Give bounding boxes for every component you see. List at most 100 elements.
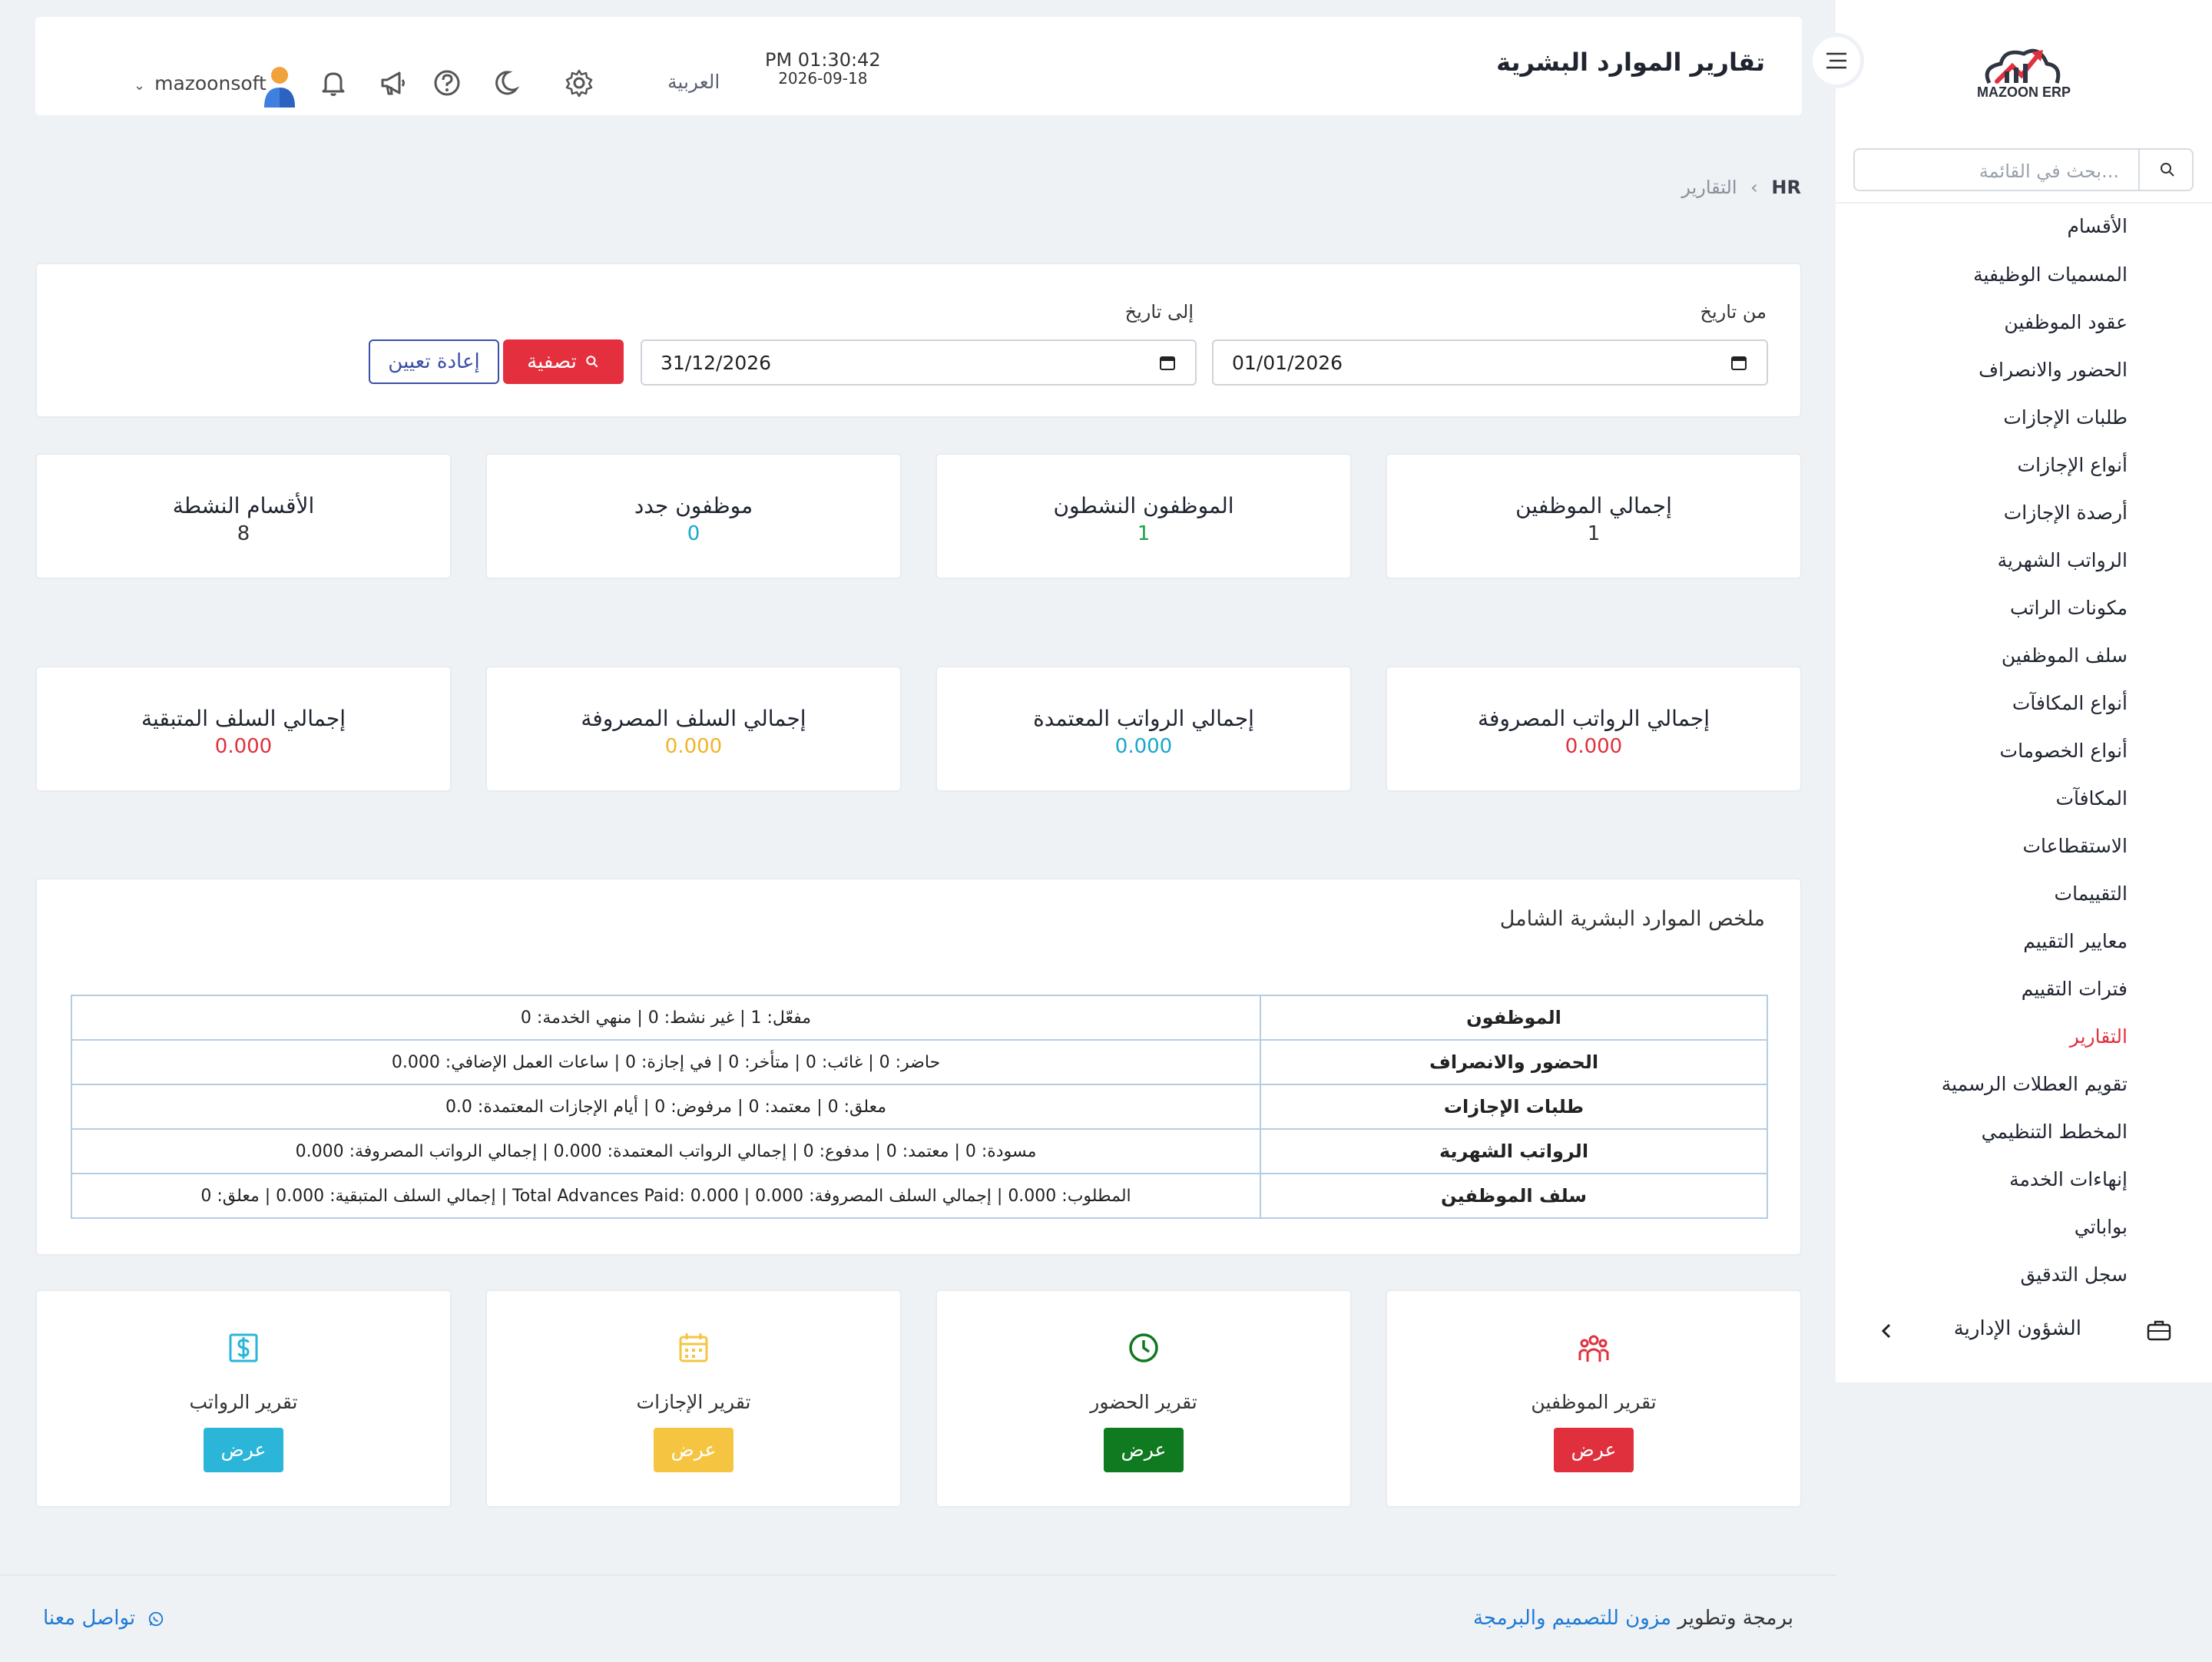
summary-row: المطلوب: 0.000 | إجمالي السلف المصروفة: … — [71, 1173, 1768, 1219]
search-icon — [586, 356, 598, 368]
briefcase-icon — [2147, 1320, 2171, 1341]
from-date-label: من تاريخ — [1700, 301, 1767, 323]
breadcrumb-current[interactable]: التقارير — [1681, 177, 1737, 198]
sidebar-item[interactable]: فترات التقييم — [2022, 978, 2128, 1000]
summary-value: معلق: 0 | معتمد: 0 | مرفوض: 0 | أيام الإ… — [71, 1084, 1261, 1130]
sidebar-item[interactable]: أرصدة الإجازات — [2004, 502, 2128, 524]
sidebar-item[interactable]: سجل التدقيق — [2020, 1263, 2128, 1286]
username[interactable]: mazoonsoft — [154, 72, 267, 94]
stat-value: 0 — [687, 522, 700, 545]
stat-value: 0.000 — [1114, 735, 1173, 758]
summary-title: ملخص الموارد البشرية الشامل — [1499, 907, 1765, 931]
megaphone-icon[interactable] — [378, 68, 409, 98]
report-card: تقرير الموظفين عرض — [1386, 1290, 1802, 1508]
filter-button-label[interactable]: تصفية — [527, 350, 577, 373]
sidebar-search-button[interactable] — [2138, 150, 2192, 190]
sidebar-item[interactable]: سلف الموظفين — [2002, 644, 2128, 667]
dollar-icon — [229, 1333, 258, 1362]
reset-button[interactable]: إعادة تعيين — [369, 339, 499, 384]
sidebar-item[interactable]: عقود الموظفين — [2004, 311, 2128, 333]
footer-prefix: برمجة وتطوير — [1677, 1607, 1793, 1630]
footer-company-link[interactable]: مزون للتصميم والبرمجة — [1473, 1607, 1671, 1630]
summary-value: حاضر: 0 | غائب: 0 | متأخر: 0 | في إجازة:… — [71, 1039, 1261, 1085]
sidebar-item[interactable]: أنواع الإجازات — [2018, 454, 2128, 476]
stat-value: 1 — [1587, 522, 1601, 545]
sidebar-item[interactable]: مكونات الراتب — [2010, 597, 2128, 619]
stat-title: موظفون جدد — [634, 493, 753, 518]
summary-key: طلبات الإجازات — [1260, 1084, 1768, 1130]
contact-label[interactable]: تواصل معنا — [43, 1607, 135, 1630]
sidebar-search[interactable]: بحث في القائمة... — [1853, 148, 2194, 191]
view-report-button[interactable]: عرض — [204, 1428, 283, 1472]
calendar-icon[interactable] — [1730, 353, 1748, 372]
sidebar-item[interactable]: الحضور والانصراف — [1979, 359, 2128, 381]
sidebar-item[interactable]: تقويم العطلات الرسمية — [1942, 1073, 2128, 1095]
stat-card: الموظفون النشطون 1 — [935, 453, 1352, 579]
sidebar-item[interactable]: إنهاءات الخدمة — [2009, 1168, 2128, 1190]
search-icon — [2161, 163, 2174, 177]
moon-icon[interactable] — [495, 68, 525, 98]
sidebar-item[interactable]: المسميات الوظيفية — [1973, 263, 2128, 286]
clock-icon — [1129, 1333, 1158, 1362]
sidebar-item[interactable]: أنواع المكافآت — [2012, 692, 2128, 714]
calendar-icon[interactable] — [1158, 353, 1177, 372]
sidebar-item[interactable]: الاستقطاعات — [2022, 835, 2128, 857]
from-date-value[interactable]: 01/01/2026 — [1232, 352, 1343, 374]
avatar[interactable] — [261, 65, 298, 109]
sidebar-search-placeholder[interactable]: بحث في القائمة... — [1979, 161, 2119, 182]
summary-card: ملخص الموارد البشرية الشامل مفعّل: 1 | غ… — [35, 878, 1802, 1256]
sidebar-item[interactable]: التقارير — [2070, 1025, 2128, 1048]
gear-icon[interactable] — [564, 68, 594, 98]
filter-button[interactable]: تصفية — [503, 339, 624, 384]
language-switch[interactable]: العربية — [667, 71, 720, 93]
sidebar-item[interactable]: بواباتي — [2075, 1216, 2128, 1238]
sidebar-item[interactable]: معايير التقييم — [2023, 930, 2128, 952]
clock-time: PM 01:30:42 — [765, 49, 881, 71]
from-date-input[interactable]: 01/01/2026 — [1212, 339, 1768, 386]
calendar-icon — [679, 1333, 708, 1362]
summary-row: معلق: 0 | معتمد: 0 | مرفوض: 0 | أيام الإ… — [71, 1084, 1768, 1130]
clock: PM 01:30:42 2026-09-18 — [765, 49, 881, 88]
sidebar-item[interactable]: أنواع الخصومات — [2000, 740, 2128, 762]
stat-card: إجمالي الموظفين 1 — [1386, 453, 1802, 579]
sidebar-item[interactable]: التقييمات — [2055, 882, 2128, 905]
view-report-button[interactable]: عرض — [1554, 1428, 1634, 1472]
page-title: تقارير الموارد البشرية — [1496, 48, 1765, 77]
view-report-button[interactable]: عرض — [1104, 1428, 1184, 1472]
clock-date: 2026-09-18 — [778, 69, 868, 88]
whatsapp-icon — [149, 1611, 164, 1626]
breadcrumb-root[interactable]: HR — [1771, 177, 1801, 198]
sidebar-item[interactable]: المخطط التنظيمي — [1982, 1121, 2128, 1143]
sidebar-item[interactable]: المكافآت — [2055, 787, 2128, 809]
report-card: تقرير الإجازات عرض — [485, 1290, 902, 1508]
stat-value: 8 — [237, 522, 250, 545]
stat-value: 0.000 — [214, 735, 273, 758]
stat-title: إجمالي الموظفين — [1515, 493, 1672, 518]
sidebar-item[interactable]: الرواتب الشهرية — [1998, 549, 2128, 571]
stat-card: إجمالي الرواتب المصروفة 0.000 — [1386, 666, 1802, 792]
summary-value: المطلوب: 0.000 | إجمالي السلف المصروفة: … — [71, 1173, 1261, 1219]
sidebar-toggle-button[interactable] — [1809, 33, 1864, 88]
help-icon[interactable] — [432, 68, 462, 98]
report-card: تقرير الحضور عرض — [935, 1290, 1352, 1508]
chevron-left-icon[interactable] — [1880, 1323, 1892, 1339]
to-date-input[interactable]: 31/12/2026 — [641, 339, 1197, 386]
stat-title: الأقسام النشطة — [172, 493, 315, 518]
summary-key: سلف الموظفين — [1260, 1173, 1768, 1219]
stat-value: 0.000 — [664, 735, 723, 758]
footer-divider — [0, 1574, 1836, 1576]
bell-icon[interactable] — [318, 68, 349, 98]
summary-value: مفعّل: 1 | غير نشط: 0 | منهي الخدمة: 0 — [71, 995, 1261, 1041]
summary-key: الرواتب الشهرية — [1260, 1128, 1768, 1174]
stat-card: إجمالي الرواتب المعتمدة 0.000 — [935, 666, 1352, 792]
user-menu[interactable]: ⌄ mazoonsoft — [134, 72, 267, 94]
sidebar-item[interactable]: الأقسام — [2067, 215, 2128, 237]
contact-link[interactable]: تواصل معنا — [43, 1607, 164, 1630]
sidebar-item-admin[interactable]: الشؤون الإدارية — [1954, 1317, 2081, 1340]
to-date-value[interactable]: 31/12/2026 — [661, 352, 771, 374]
view-report-button[interactable]: عرض — [654, 1428, 733, 1472]
chevron-down-icon[interactable]: ⌄ — [134, 78, 145, 94]
sidebar-item[interactable]: طلبات الإجازات — [2003, 406, 2128, 429]
stat-card: موظفون جدد 0 — [485, 453, 902, 579]
report-title: تقرير الموظفين — [1531, 1391, 1657, 1413]
